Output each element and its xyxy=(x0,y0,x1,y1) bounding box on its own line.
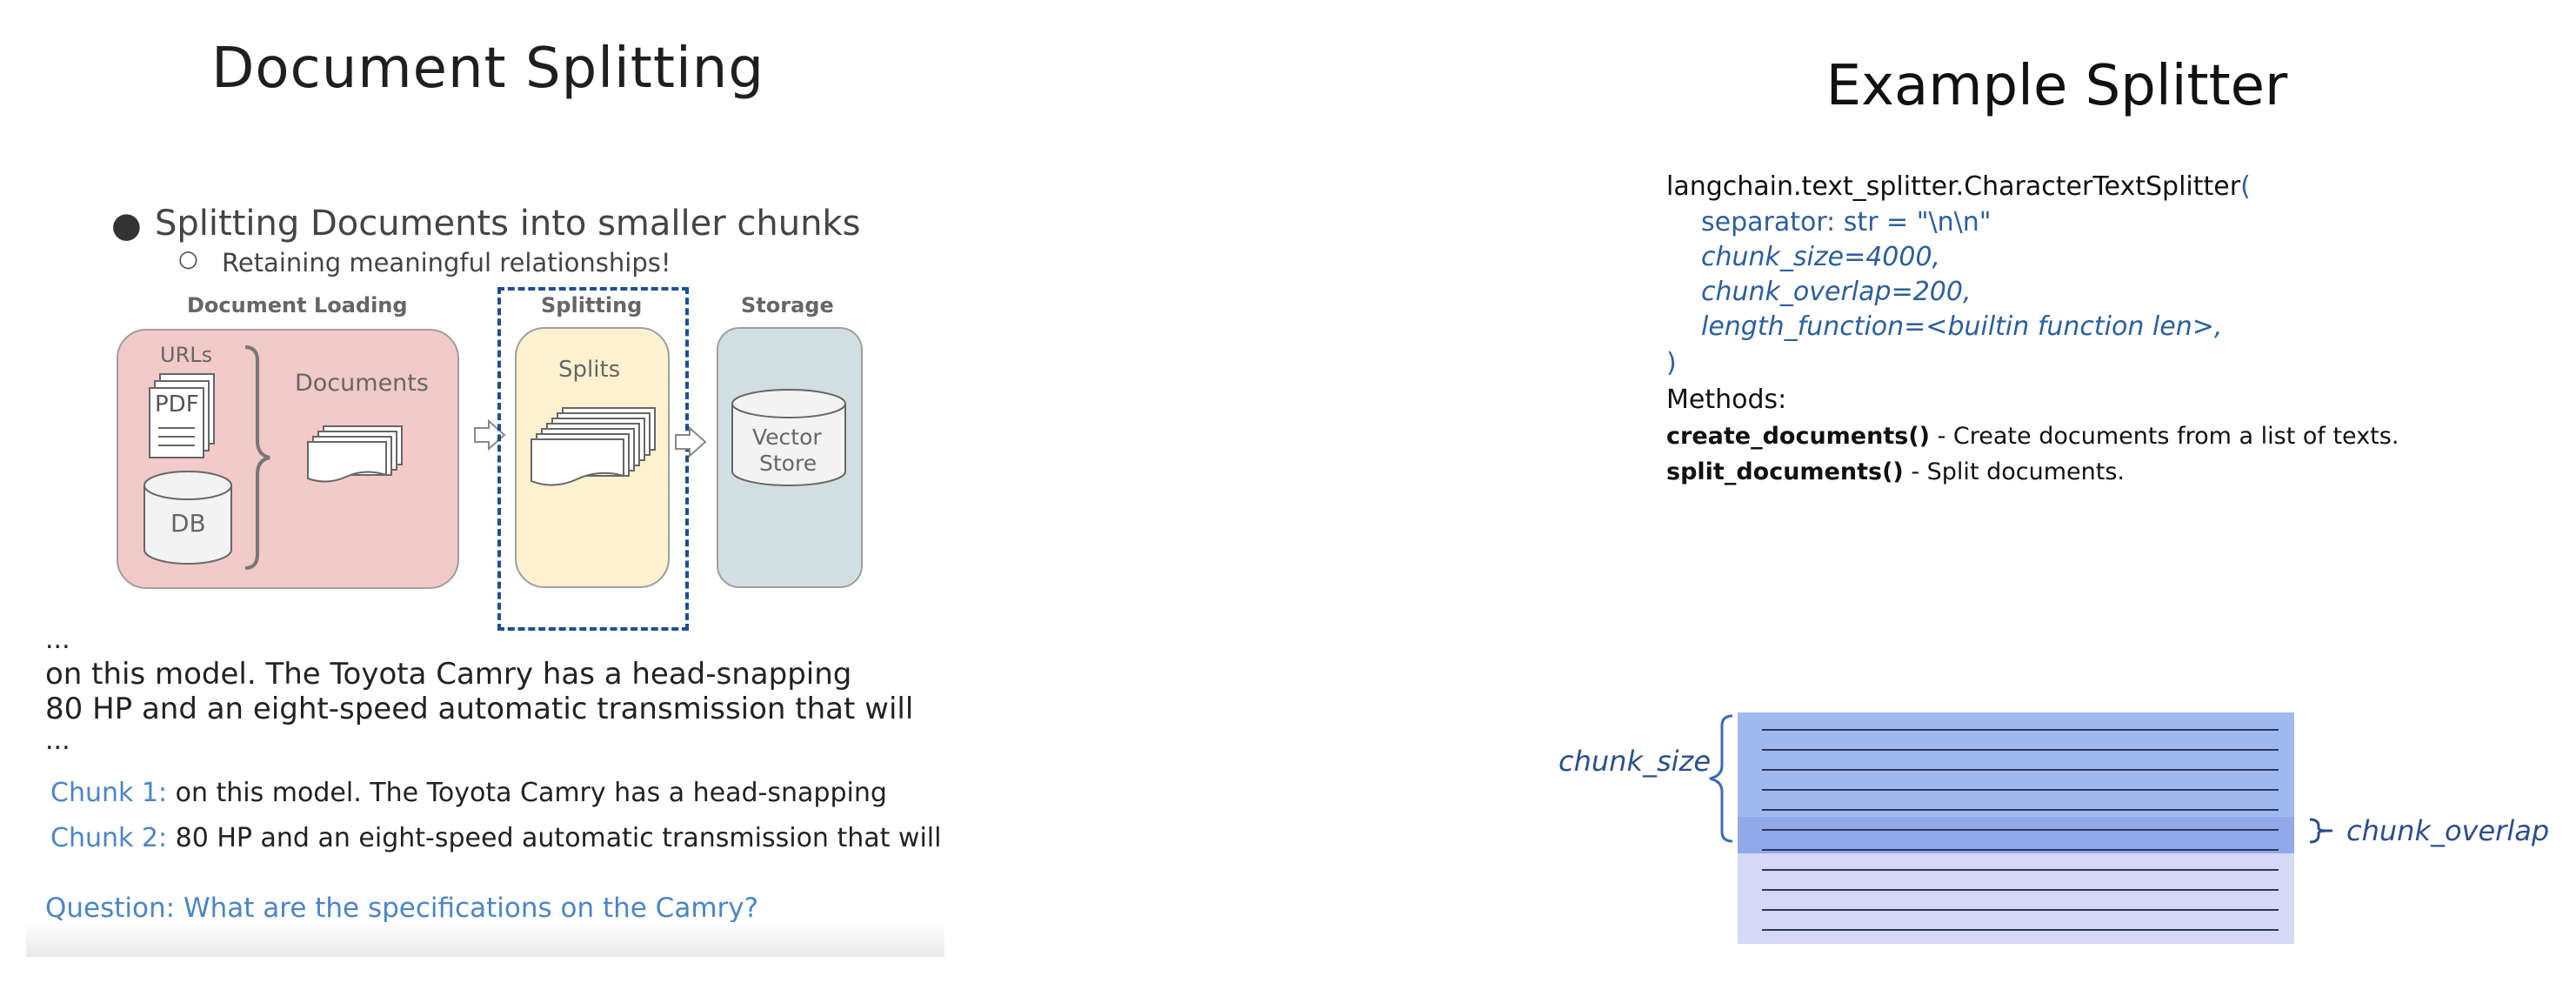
code-chunk-size: chunk_size=4000, xyxy=(1701,242,1941,272)
chunk-overlap-label: chunk_overlap xyxy=(2346,814,2550,847)
documents-icon xyxy=(307,425,403,483)
splits-label: Splits xyxy=(558,357,621,383)
bullet-sub: Retaining meaningful relationships! xyxy=(222,248,671,278)
ellipsis-bottom: ... xyxy=(45,726,70,756)
documents-label: Documents xyxy=(295,370,429,397)
code-class-name: langchain.text_splitter.CharacterTextSpl… xyxy=(1666,171,2241,202)
code-class-line: langchain.text_splitter.CharacterTextSpl… xyxy=(1666,171,2251,202)
code-separator: separator: str = "\n\n" xyxy=(1701,207,1992,237)
passage-line-2: 80 HP and an eight-speed automatic trans… xyxy=(45,692,914,726)
code-length-function: length_function=<builtin function len>, xyxy=(1701,311,2223,342)
left-slide-title: Document Splitting xyxy=(211,37,764,101)
method-desc: - Create documents from a list of texts. xyxy=(1930,423,2399,450)
methods-label: Methods: xyxy=(1666,385,1787,415)
passage-line-1: on this model. The Toyota Camry has a he… xyxy=(45,657,852,692)
vector-store-label-line1: Vector xyxy=(752,425,822,450)
method-name: split_documents() xyxy=(1666,458,1904,485)
chunk-size-bracket xyxy=(1709,714,1733,843)
method-item: split_documents() - Split documents. xyxy=(1666,458,2125,485)
chunk-row-1: Chunk 1: on this model. The Toyota Camry… xyxy=(50,778,887,808)
method-desc: - Split documents. xyxy=(1903,458,2125,485)
brace-icon xyxy=(244,345,270,570)
stage-label-loading: Document Loading xyxy=(187,293,408,318)
splits-icon xyxy=(531,407,656,486)
pdf-label: PDF xyxy=(155,391,199,418)
method-name: create_documents() xyxy=(1666,423,1930,450)
urls-label: URLs xyxy=(160,343,213,367)
chunk-size-label: chunk_size xyxy=(1558,745,1712,778)
right-slide-title: Example Splitter xyxy=(1825,54,2288,118)
chunk-label: Chunk 1: xyxy=(50,778,168,808)
stage-label-storage: Storage xyxy=(741,293,834,318)
method-item: create_documents() - Create documents fr… xyxy=(1666,423,2399,450)
code-chunk-overlap: chunk_overlap=200, xyxy=(1701,277,1972,307)
chunk-overlap-diagram xyxy=(1738,712,2294,944)
code-open-paren: ( xyxy=(2240,171,2251,202)
ellipsis-top: ... xyxy=(45,625,70,655)
sub-bullet-marker: ○ xyxy=(178,246,198,272)
slide-bottom-shadow xyxy=(26,922,944,957)
question-text: Question: What are the specifications on… xyxy=(45,893,759,924)
bullet-marker: ● xyxy=(111,205,142,245)
chunk-text: 80 HP and an eight-speed automatic trans… xyxy=(167,823,942,853)
code-close-paren: ) xyxy=(1666,348,1677,378)
db-label: DB xyxy=(170,509,206,538)
bullet-main: Splitting Documents into smaller chunks xyxy=(155,204,861,244)
chunk-overlap-bracket xyxy=(2309,818,2332,844)
vector-store-label-line2: Store xyxy=(759,451,818,476)
chunk-label: Chunk 2: xyxy=(50,823,168,853)
pdf-icon xyxy=(149,373,215,458)
arrow-icon xyxy=(675,426,707,458)
chunk-text: on this model. The Toyota Camry has a he… xyxy=(167,778,887,808)
chunk-row-2: Chunk 2: 80 HP and an eight-speed automa… xyxy=(50,823,941,853)
